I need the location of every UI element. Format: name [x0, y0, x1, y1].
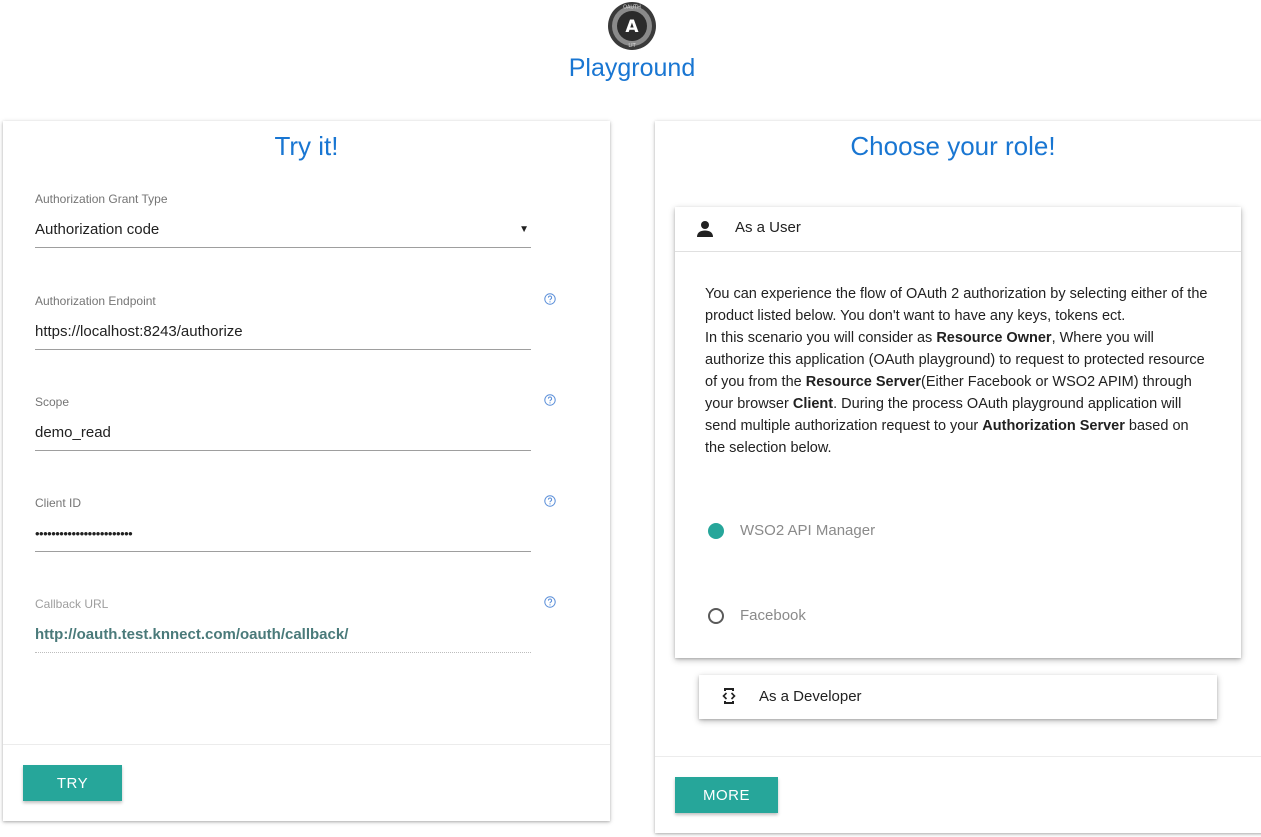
- try-it-card: Try it! Authorization Grant Type Authori…: [3, 121, 610, 821]
- callback-url-value: http://oauth.test.knnect.com/oauth/callb…: [35, 626, 349, 643]
- scope-field[interactable]: Scope demo_read: [35, 395, 531, 451]
- grant-type-select[interactable]: Authorization code ▼: [35, 219, 531, 241]
- help-circle-icon[interactable]: [544, 495, 556, 507]
- logo-letter: A: [625, 17, 639, 37]
- logo-top-text: OAUTH: [623, 5, 641, 11]
- developer-mode-icon: [722, 688, 736, 704]
- choose-role-title: Choose your role!: [850, 131, 1056, 161]
- grant-type-value: Authorization code: [35, 221, 160, 238]
- card-divider: [655, 756, 1261, 757]
- oauth-logo-icon: OAUTH A LIT: [608, 2, 656, 50]
- help-circle-icon[interactable]: [544, 394, 556, 406]
- help-circle-icon[interactable]: [544, 596, 556, 608]
- help-circle-icon[interactable]: [544, 293, 556, 305]
- scope-input[interactable]: demo_read: [35, 422, 531, 444]
- try-button[interactable]: TRY: [23, 765, 122, 801]
- desc-text: You can experience the flow of OAuth 2 a…: [705, 286, 1208, 324]
- auth-endpoint-input[interactable]: https://localhost:8243/authorize: [35, 321, 531, 343]
- radio-unchecked-icon[interactable]: [708, 608, 724, 624]
- logo-bottom-text: LIT: [628, 43, 636, 49]
- auth-endpoint-underline: [35, 349, 531, 350]
- scope-label: Scope: [35, 395, 70, 409]
- user-role-panel: As a User You can experience the flow of…: [675, 207, 1241, 658]
- auth-endpoint-field[interactable]: Authorization Endpoint https://localhost…: [35, 294, 531, 350]
- auth-endpoint-label: Authorization Endpoint: [35, 294, 156, 308]
- callback-url-underline: [35, 652, 531, 653]
- choose-role-card: Choose your role! As a User You can expe…: [655, 121, 1261, 833]
- callback-url-field: Callback URL http://oauth.test.knnect.co…: [35, 597, 531, 653]
- radio-label-facebook: Facebook: [740, 607, 806, 624]
- callback-url-label: Callback URL: [35, 597, 109, 611]
- client-id-input[interactable]: ••••••••••••••••••••••••: [35, 523, 531, 545]
- card-divider: [3, 744, 610, 745]
- desc-bold: Resource Server: [805, 374, 922, 390]
- dropdown-triangle-icon[interactable]: ▼: [519, 219, 529, 241]
- user-role-description: You can experience the flow of OAuth 2 a…: [705, 283, 1211, 459]
- app-header: OAUTH A LIT Playground: [0, 0, 1261, 110]
- desc-bold: Authorization Server: [982, 418, 1125, 434]
- try-it-title: Try it!: [274, 131, 339, 161]
- client-id-field[interactable]: Client ID ••••••••••••••••••••••••: [35, 496, 531, 552]
- client-id-label: Client ID: [35, 496, 82, 510]
- developer-role-panel[interactable]: As a Developer: [699, 675, 1217, 719]
- desc-bold: Resource Owner: [936, 330, 1052, 346]
- radio-label-wso2: WSO2 API Manager: [740, 522, 876, 539]
- person-icon: [697, 221, 713, 237]
- developer-role-label: As a Developer: [759, 688, 862, 705]
- more-button[interactable]: MORE: [675, 777, 778, 813]
- user-role-header[interactable]: As a User: [675, 207, 1241, 252]
- desc-bold: Client: [792, 396, 834, 412]
- radio-checked-icon[interactable]: [708, 523, 724, 539]
- client-id-underline: [35, 551, 531, 552]
- grant-type-field[interactable]: Authorization Grant Type Authorization c…: [35, 192, 531, 248]
- user-role-label: As a User: [735, 219, 801, 236]
- grant-type-label: Authorization Grant Type: [35, 192, 168, 206]
- brand-title: Playground: [568, 54, 696, 82]
- grant-type-underline: [35, 247, 531, 248]
- scope-underline: [35, 450, 531, 451]
- desc-text: In this scenario you will consider as: [705, 330, 937, 346]
